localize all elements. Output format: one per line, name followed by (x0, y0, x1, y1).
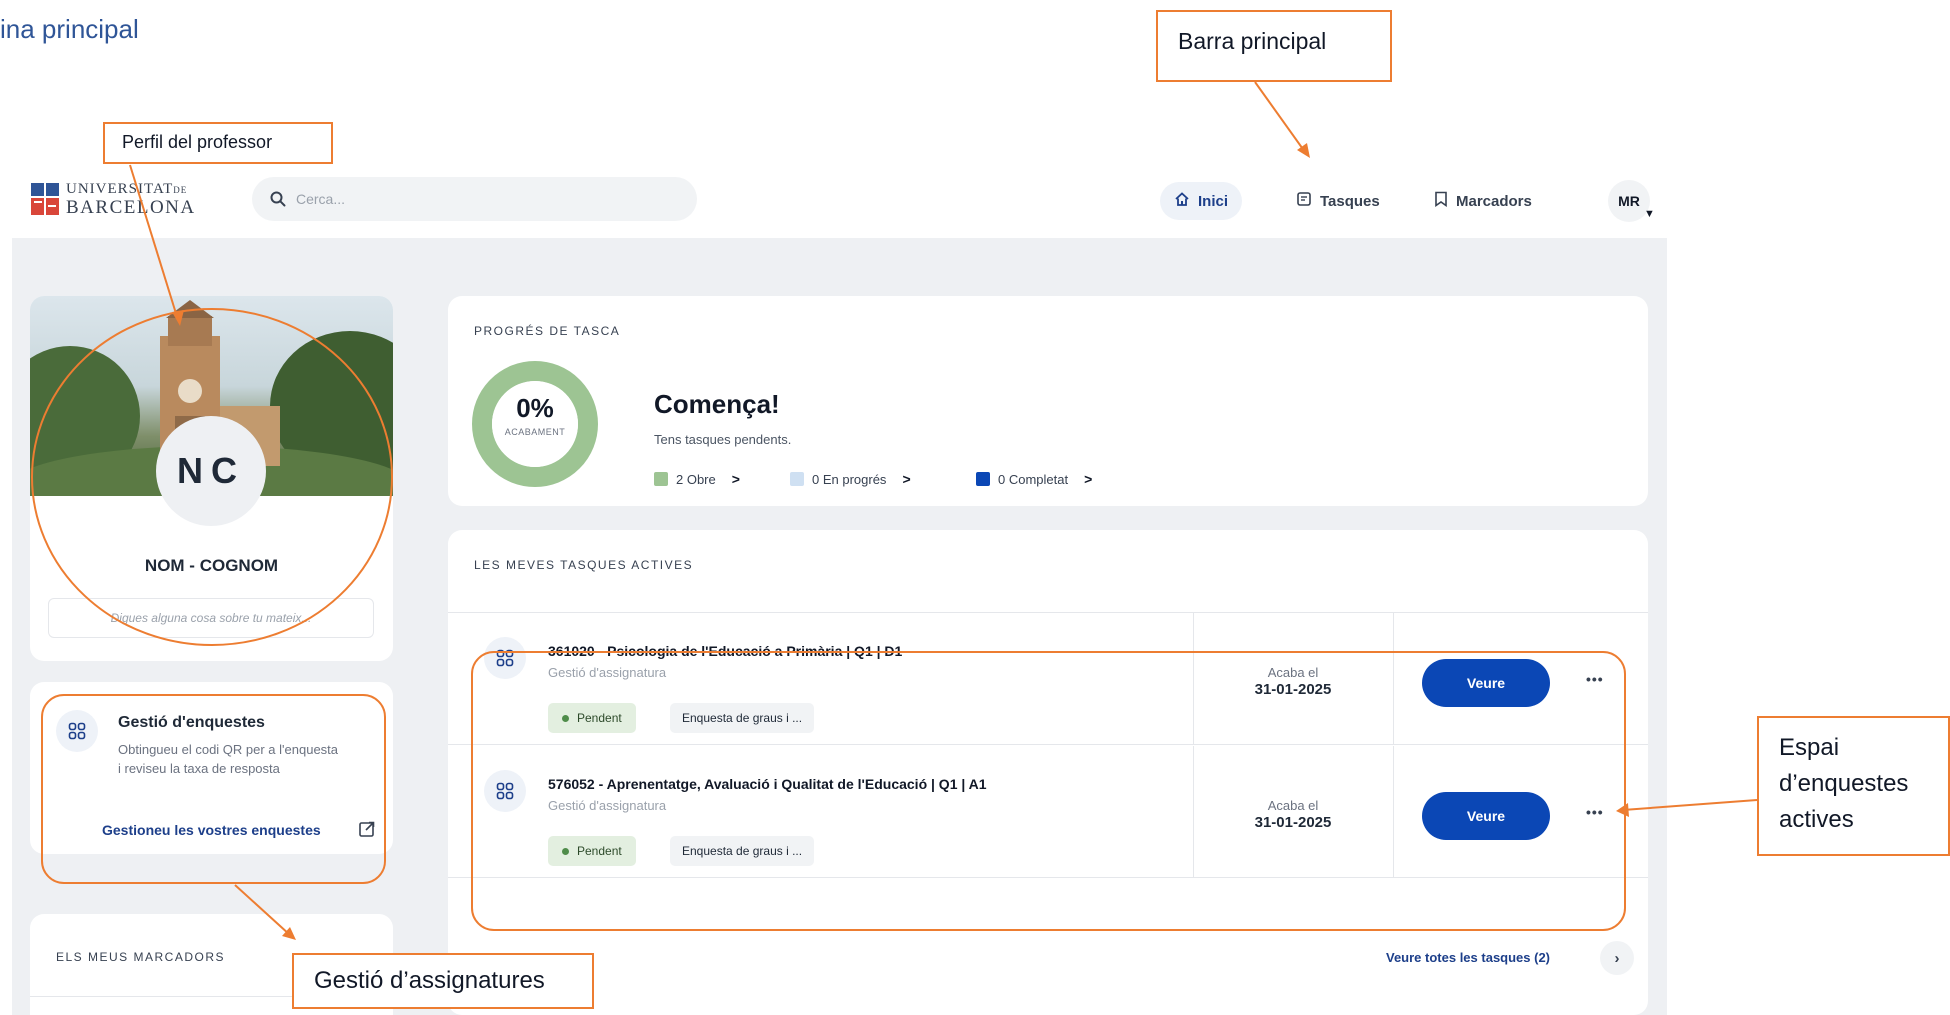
annotation-surveys-label: Gestió d’assignatures (292, 953, 594, 1009)
arrowhead-icon (1616, 803, 1629, 817)
annotation-active-line-3: actives (1779, 806, 1854, 833)
annotation-active-label: Espai d’enquestes actives (1757, 716, 1950, 856)
annotation-box-active-tasks (471, 651, 1626, 931)
annotation-arrow-profile (129, 164, 179, 321)
annotation-profile-label: Perfil del professor (103, 122, 333, 164)
annotation-arrow-active (1622, 799, 1758, 811)
annotation-ellipse-profile (31, 308, 393, 646)
annotation-active-line-1: Espai (1779, 734, 1840, 761)
annotation-arrow-surveys (234, 884, 291, 936)
arrowhead-icon (172, 310, 184, 326)
annotation-box-surveys (41, 694, 386, 884)
annotation-topbar-label: Barra principal (1156, 10, 1392, 82)
annotation-active-line-2: d’enquestes (1779, 770, 1909, 797)
annotation-arrow-topbar (1254, 81, 1306, 153)
